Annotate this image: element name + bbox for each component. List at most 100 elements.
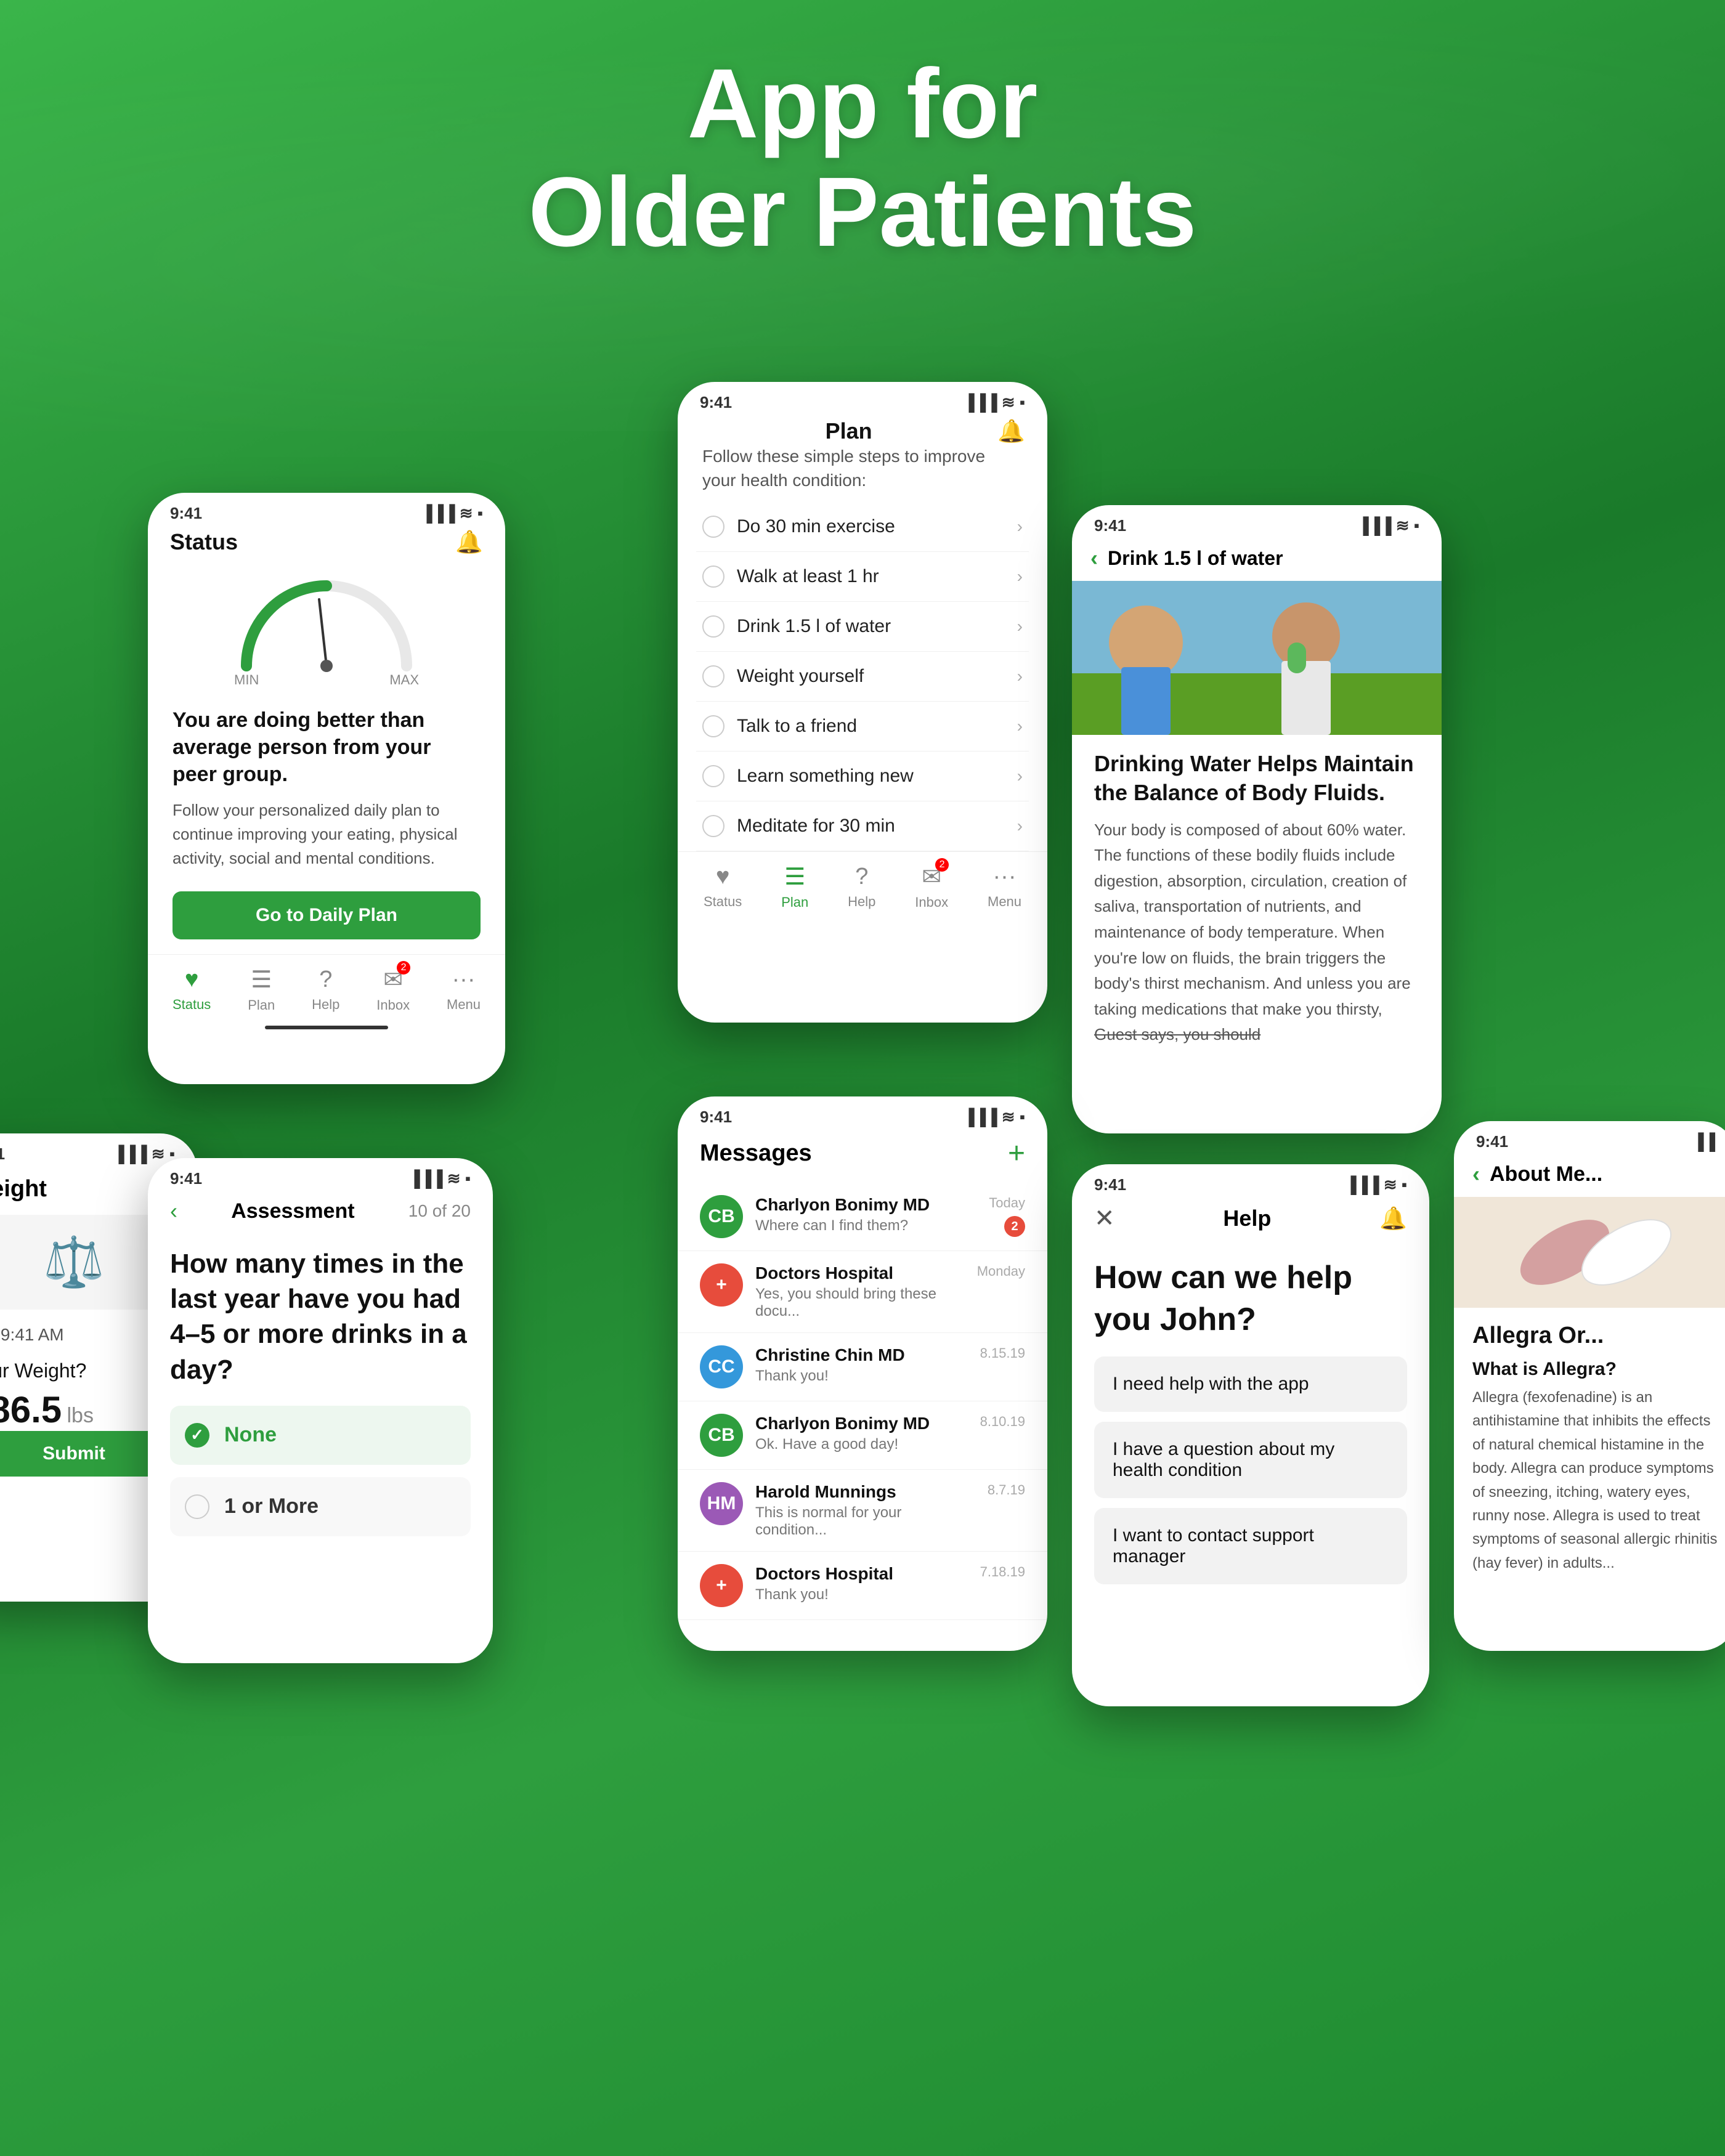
messages-header: Messages + [678,1127,1047,1183]
message-item-5[interactable]: + Doctors Hospital Thank you! 7.18.19 [678,1552,1047,1620]
chevron-icon-5: › [1017,766,1023,786]
nav-item-inbox[interactable]: ✉ 2 Inbox [376,966,410,1013]
med-body: Allegra (fexofenadine) is an antihistami… [1472,1386,1719,1575]
plan-item-5[interactable]: Learn something new › [696,752,1029,801]
nav-item-status[interactable]: ♥ Status [172,967,211,1013]
status-bar-plan: 9:41 ▐▐▐ ≋ ▪ [678,382,1047,412]
weight-value: 186.5 [0,1389,62,1430]
gauge-area: MIN MAX [148,555,505,694]
help-option-support[interactable]: I want to contact support manager [1094,1508,1407,1584]
plan-check-3 [702,665,724,687]
chevron-icon-3: › [1017,667,1023,686]
home-indicator [265,1026,388,1029]
avatar-3: CB [700,1414,743,1457]
assessment-header: ‹ Assessment 10 of 20 [148,1188,493,1234]
plan-item-3[interactable]: Weight yourself › [696,652,1029,702]
med-header: ‹ About Me... [1454,1151,1725,1197]
chevron-icon-4: › [1017,716,1023,736]
phone-plan: 9:41 ▐▐▐ ≋ ▪ Plan 🔔 Follow these simple … [678,382,1047,1023]
plan-nav-inbox[interactable]: ✉ 2 Inbox [915,863,948,910]
assessment-option-oneormore[interactable]: 1 or More [170,1477,471,1536]
message-item-4[interactable]: HM Harold Munnings This is normal for yo… [678,1470,1047,1552]
compose-button[interactable]: + [1008,1137,1025,1170]
status-bar-status: 9:41 ▐▐▐ ≋ ▪ [148,493,505,523]
plan-nav-status[interactable]: ♥ Status [704,864,742,910]
back-arrow-icon[interactable]: ‹ [1090,545,1098,571]
help-header: ✕ Help 🔔 [1072,1194,1429,1242]
chevron-icon-6: › [1017,816,1023,836]
help-close-icon[interactable]: ✕ [1094,1204,1115,1233]
plan-check-4 [702,715,724,737]
message-item-1[interactable]: + Doctors Hospital Yes, you should bring… [678,1251,1047,1333]
plan-item-1[interactable]: Walk at least 1 hr › [696,552,1029,602]
assessment-option-none[interactable]: ✓ None [170,1406,471,1465]
med-image [1454,1197,1725,1308]
plan-item-0[interactable]: Do 30 min exercise › [696,502,1029,552]
help-option-app[interactable]: I need help with the app [1094,1356,1407,1412]
hero-section: App for Older Patients [493,49,1232,266]
status-bar-water: 9:41 ▐▐▐ ≋ ▪ [1072,505,1442,535]
inbox-badge-wrapper: ✉ 2 [383,966,403,994]
message-item-3[interactable]: CB Charlyon Bonimy MD Ok. Have a good da… [678,1401,1047,1470]
assessment-progress: 10 of 20 [408,1201,471,1221]
status-nav-icon: ♥ [185,967,199,993]
plan-bottom-nav: ♥ Status ☰ Plan ? Help ✉ 2 Inbox ··· Men… [678,851,1047,917]
plan-check-6 [702,815,724,837]
status-bar-help: 9:41 ▐▐▐ ≋ ▪ [1072,1164,1429,1194]
nav-item-menu[interactable]: ··· Menu [447,967,481,1013]
plan-check-2 [702,615,724,638]
phone-messages: 9:41 ▐▐▐ ≋ ▪ Messages + CB Charlyon Boni… [678,1096,1047,1651]
help-nav-icon: ? [319,967,332,993]
nav-item-help[interactable]: ? Help [312,967,339,1013]
avatar-4: HM [700,1482,743,1525]
phone-help: 9:41 ▐▐▐ ≋ ▪ ✕ Help 🔔 How can we help yo… [1072,1164,1429,1706]
plan-item-2[interactable]: Drink 1.5 l of water › [696,602,1029,652]
assessment-question: How many times in the last year have you… [148,1234,493,1400]
chevron-icon-1: › [1017,567,1023,586]
med-back-icon[interactable]: ‹ [1472,1161,1480,1187]
nav-item-plan[interactable]: ☰ Plan [248,966,275,1013]
med-subheading: What is Allegra? [1472,1359,1719,1380]
plan-item-4[interactable]: Talk to a friend › [696,702,1029,752]
phone-med: 9:41 ▐▐ ‹ About Me... Allegra Or... What… [1454,1121,1725,1651]
phone-assessment: 9:41 ▐▐▐ ≋ ▪ ‹ Assessment 10 of 20 How m… [148,1158,493,1663]
assessment-title: Assessment [231,1199,354,1223]
plan-nav-help[interactable]: ? Help [848,864,875,910]
plan-check-1 [702,565,724,588]
bell-icon: 🔔 [455,529,483,555]
help-title: Help [1223,1206,1271,1231]
status-bottom-nav: ♥ Status ☰ Plan ? Help ✉ 2 Inbox ··· Men… [148,954,505,1019]
assessment-options: ✓ None 1 or More [148,1400,493,1555]
avatar-5: + [700,1564,743,1607]
check-empty-icon [185,1494,209,1519]
water-content: Drinking Water Helps Maintain the Balanc… [1072,735,1442,1063]
plan-list: Do 30 min exercise › Walk at least 1 hr … [678,502,1047,851]
avatar-2: CC [700,1345,743,1388]
status-text-area: You are doing better than average person… [148,694,505,877]
status-screen-title: Status [170,529,238,555]
status-bar-assessment: 9:41 ▐▐▐ ≋ ▪ [148,1158,493,1188]
help-bell-icon: 🔔 [1379,1206,1407,1231]
help-question: How can we help you John? [1072,1242,1429,1347]
go-to-daily-plan-button[interactable]: Go to Daily Plan [172,891,481,939]
status-bar-messages: 9:41 ▐▐▐ ≋ ▪ [678,1096,1047,1127]
water-title: Drink 1.5 l of water [1108,547,1283,570]
med-heading: Allegra Or... [1472,1323,1719,1349]
plan-screen-title: Plan [700,418,997,444]
gauge-svg [228,567,425,678]
message-item-2[interactable]: CC Christine Chin MD Thank you! 8.15.19 [678,1333,1047,1401]
phone-water: 9:41 ▐▐▐ ≋ ▪ ‹ Drink 1.5 l of water Drin… [1072,505,1442,1133]
plan-subtitle: Follow these simple steps to improve you… [678,444,1047,502]
scale-icon: ⚖️ [43,1233,105,1291]
status-bar-weight: 9:41 ▐▐▐ ≋ ▪ [0,1133,197,1164]
plan-nav-menu[interactable]: ··· Menu [988,864,1021,910]
plan-item-6[interactable]: Meditate for 30 min › [696,801,1029,851]
messages-title: Messages [700,1140,812,1167]
assessment-back-icon[interactable]: ‹ [170,1198,177,1224]
plan-check-0 [702,516,724,538]
plan-check-5 [702,765,724,787]
message-item-0[interactable]: CB Charlyon Bonimy MD Where can I find t… [678,1183,1047,1251]
plan-nav-plan[interactable]: ☰ Plan [781,863,808,910]
help-option-health[interactable]: I have a question about my health condit… [1094,1422,1407,1498]
water-image [1072,581,1442,735]
